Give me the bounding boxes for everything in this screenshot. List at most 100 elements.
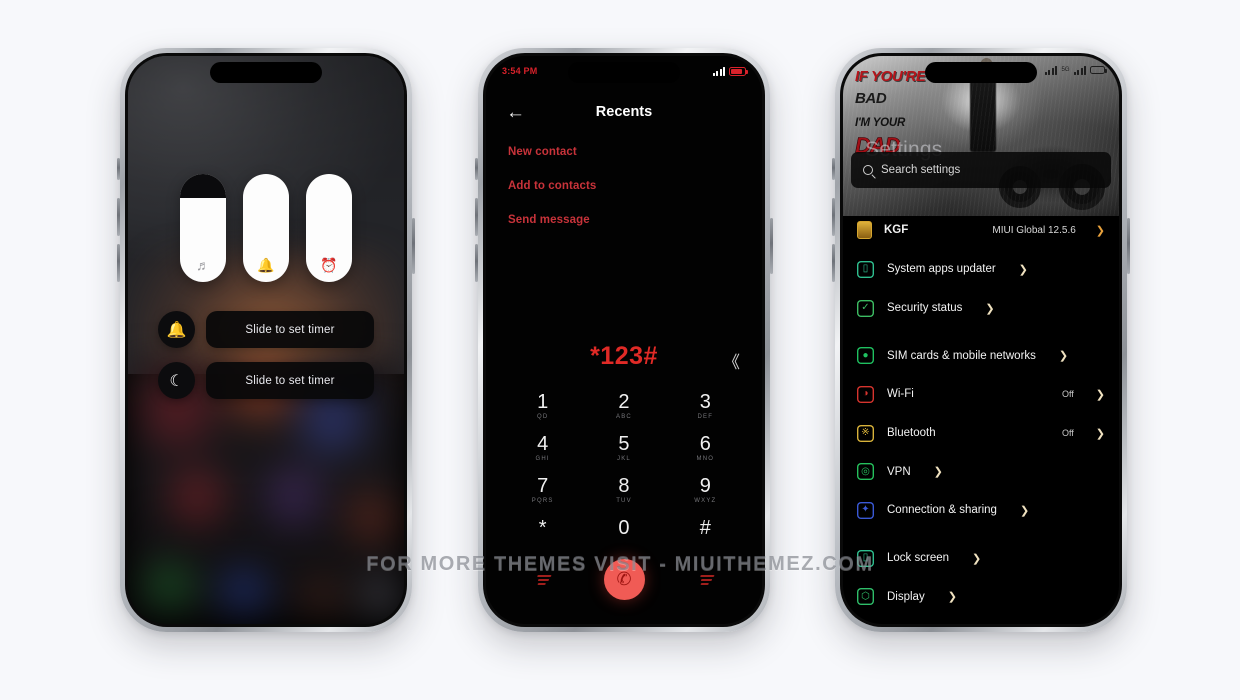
dial-key-letters: MNO [696,456,715,462]
dial-key-digit: 4 [537,433,549,455]
mute-switch[interactable] [475,158,478,180]
menu-item-send-message[interactable]: Send message [508,214,740,226]
chevron-right-icon: ❯ [1095,224,1105,237]
dnd-slide-to-set-timer[interactable]: Slide to set timer [206,362,374,399]
media-slider-track [180,174,226,198]
dial-key-5[interactable]: 5 JKL [583,433,664,463]
dialpad-left-icon[interactable] [534,574,552,585]
dial-key-digit: 5 [618,433,630,455]
menu-item-add-to-contacts[interactable]: Add to contacts [508,180,740,192]
ring-timer-row[interactable]: 🔔 Slide to set timer [158,311,374,348]
phone2-screen: 3:54 PM ← Recents New contact Add to con… [486,56,762,624]
phone3-bezel: IF YOU'RE BAD I'M YOUR DAD Settings 5G S… [840,53,1122,627]
menu-item-new-contact[interactable]: New contact [508,146,740,158]
dnd-timer-row[interactable]: ☾ Slide to set timer [158,362,374,399]
search-placeholder: Search settings [881,164,961,176]
timer-rows: 🔔 Slide to set timer ☾ Slide to set time… [158,311,374,399]
settings-row-vpn[interactable]: ◎ VPN ❯ [857,452,1105,491]
dial-key-digit: 2 [618,391,630,413]
shield-check-icon: ✓ [857,299,874,317]
dial-key-8[interactable]: 8 TUV [583,475,664,505]
dial-key-6[interactable]: 6 MNO [665,433,746,463]
settings-row-label: System apps updater [887,263,996,276]
phone3-screen: IF YOU'RE BAD I'M YOUR DAD Settings 5G S… [843,56,1119,624]
dial-key-2[interactable]: 2 ABC [583,391,664,421]
dial-key-hash[interactable]: # [665,518,746,539]
dial-key-0[interactable]: 0 [583,518,664,539]
dial-key-letters: WXYZ [694,498,717,504]
settings-row-sim-cards-mobile-networks[interactable]: ● SIM cards & mobile networks ❯ [857,336,1105,375]
dial-key-4[interactable]: 4 GHI [502,433,583,463]
dial-key-letters: JKL [617,456,631,462]
profile-card-icon [857,221,872,239]
volume-down-button[interactable] [475,244,478,282]
settings-row-wi-fi[interactable]: ◑ Wi-Fi Off ❯ [857,375,1105,414]
settings-row-system-apps-updater[interactable]: ▯ System apps updater ❯ [857,250,1105,289]
dial-key-digit: 3 [699,391,711,413]
volume-up-button[interactable] [832,198,835,236]
battery-icon [729,66,748,76]
dial-key-digit: 6 [699,433,711,455]
battery-icon [1090,66,1107,74]
display-icon: ⬡ [857,588,874,606]
dialer-actions: ✆ [486,559,762,600]
alarm-volume-slider[interactable]: ⏰ [306,174,352,282]
volume-down-button[interactable] [832,244,835,282]
settings-row-security-status[interactable]: ✓ Security status ❯ [857,289,1105,328]
dial-key-letters: GHI [535,456,550,462]
chevron-right-icon: ❯ [1018,263,1028,276]
mute-switch[interactable] [832,158,835,180]
dial-key-1[interactable]: 1 QD [502,391,583,421]
settings-row-value: Off [1061,389,1074,400]
signal-bars-icon [1044,65,1058,75]
dial-key-star[interactable]: * [502,518,583,539]
phone2-bezel: 3:54 PM ← Recents New contact Add to con… [483,53,765,627]
context-menu: New contact Add to contacts Send message [508,146,740,226]
ring-volume-slider[interactable]: 🔔 [243,174,289,282]
dial-key-7[interactable]: 7 PQRS [502,476,583,505]
dynamic-island [925,62,1037,83]
ring-slide-to-set-timer[interactable]: Slide to set timer [206,311,374,348]
dial-key-digit: * [538,517,547,539]
settings-row-label: SIM cards & mobile networks [887,349,1036,362]
power-button[interactable] [1127,218,1130,274]
bell-icon[interactable]: 🔔 [158,311,195,348]
dial-key-letters: QD [536,414,549,420]
dial-key-9[interactable]: 9 WXYZ [665,476,746,505]
power-button[interactable] [770,218,773,274]
wifi-icon: ◑ [857,385,874,403]
dialed-number[interactable]: *123# [486,342,762,371]
settings-row-connection-sharing[interactable]: ✦ Connection & sharing ❯ [857,491,1105,530]
chevron-right-icon: ❯ [1058,350,1069,363]
moon-icon[interactable]: ☾ [158,362,195,399]
call-button[interactable]: ✆ [603,559,645,600]
settings-row-lock-screen[interactable]: ▯ Lock screen ❯ [857,539,1105,578]
dial-key-3[interactable]: 3 DEF [665,391,746,421]
backspace-chevron-icon[interactable]: 《 [723,348,740,373]
search-icon [863,165,873,175]
settings-list: ▯ System apps updater ❯ ✓ Security status ❯ ● S… [843,250,1119,624]
dial-key-letters: ABC [616,414,632,420]
mute-switch[interactable] [117,158,120,180]
dial-key-letters: PQRS [531,498,554,504]
sim-card-icon: ● [857,347,874,365]
video-call-icon[interactable] [697,574,715,585]
dial-key-digit: 1 [537,391,549,413]
account-row[interactable]: KGF MIUI Global 12.5.6 ❯ [843,216,1119,244]
account-name: KGF [884,224,909,236]
back-arrow-icon[interactable]: ← [506,103,525,122]
volume-down-button[interactable] [117,244,120,282]
settings-row-bluetooth[interactable]: ※ Bluetooth Off ❯ [857,414,1105,453]
volume-up-button[interactable] [475,198,478,236]
dial-key-digit: 8 [618,475,630,497]
settings-row-sound-vibration[interactable]: ◔Sound & vibration❯ [857,616,1105,624]
media-volume-slider[interactable]: ♬ [180,174,226,282]
settings-row-display[interactable]: ⬡ Display ❯ [857,578,1105,617]
phone-device-volume-panel: ♬ 🔔 ⏰ 🔔 Slide to set timer ☾ Slide to se… [117,48,415,632]
power-button[interactable] [412,218,415,274]
volume-up-button[interactable] [117,198,120,236]
search-settings-bar[interactable]: Search settings [851,152,1111,188]
chevron-right-icon: ❯ [985,302,995,315]
music-note-icon: ♬ [196,257,210,273]
dial-key-digit: 0 [618,517,630,539]
